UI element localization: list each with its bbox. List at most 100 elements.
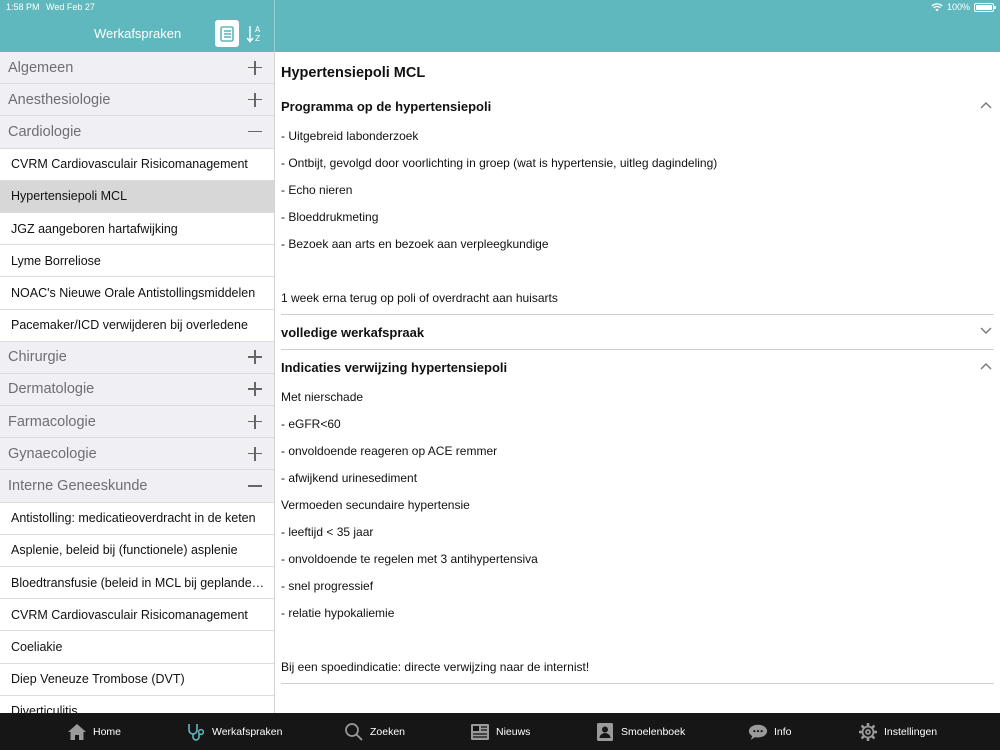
- tab-zoeken[interactable]: Zoeken: [344, 713, 405, 750]
- collapse-icon[interactable]: [248, 479, 262, 493]
- category-label: Cardiologie: [8, 123, 82, 140]
- content-line: - onvoldoende reageren op ACE remmer: [281, 444, 498, 458]
- content-line: Met nierschade: [281, 390, 364, 404]
- tab-label: Zoeken: [370, 725, 406, 738]
- expand-icon[interactable]: [248, 92, 262, 107]
- battery-icon: [974, 2, 996, 12]
- battery-percentage: 100%: [946, 2, 970, 12]
- collapse-icon[interactable]: [248, 125, 262, 139]
- home-icon: [67, 722, 87, 742]
- sidebar-item[interactable]: Diverticulitis: [0, 695, 274, 713]
- expand-icon[interactable]: [248, 446, 262, 461]
- sidebar-item[interactable]: CVRM Cardiovasculair Risicomanagement: [0, 599, 274, 632]
- item-label: Antistolling: medicatieoverdracht in de …: [11, 511, 256, 526]
- category-label: Algemeen: [8, 59, 74, 76]
- content-line: - snel progressief: [281, 579, 374, 593]
- sort-az-button[interactable]: A Z: [246, 24, 264, 44]
- sidebar-item-selected[interactable]: Hypertensiepoli MCL: [0, 180, 274, 213]
- tab-info[interactable]: Info: [748, 713, 792, 750]
- item-label: Coeliakie: [11, 639, 63, 654]
- chevron-up-icon[interactable]: [980, 101, 992, 111]
- tab-label: Nieuws: [496, 725, 531, 738]
- item-label: Asplenie, beleid bij (functionele) asple…: [11, 543, 238, 558]
- section-divider: [281, 683, 994, 684]
- sidebar-item[interactable]: Antistolling: medicatieoverdracht in de …: [0, 502, 274, 535]
- sidebar: Algemeen Anesthesiologie Cardiologie CVRM C…: [0, 52, 275, 713]
- newspaper-icon: [470, 722, 490, 742]
- tab-instellingen[interactable]: Instellingen: [858, 713, 937, 750]
- sidebar-category[interactable]: Farmacologie: [0, 406, 274, 439]
- sidebar-item[interactable]: Bloedtransfusie (beleid in MCL bij gepla…: [0, 567, 274, 600]
- page-title: Hypertensiepoli MCL: [281, 65, 426, 81]
- content-section: Indicaties verwijzing hypertensiepoli Met…: [281, 350, 994, 684]
- list-view-button[interactable]: [215, 20, 239, 47]
- expand-icon[interactable]: [248, 350, 262, 365]
- section-header[interactable]: Programma op de hypertensiepoli: [281, 89, 994, 123]
- status-time: 1:58 PM: [6, 2, 40, 12]
- sidebar-item[interactable]: CVRM Cardiovasculair Risicomanagement: [0, 148, 274, 181]
- section-heading: Programma op de hypertensiepoli: [281, 98, 492, 114]
- sidebar-category[interactable]: Dermatologie: [0, 373, 274, 407]
- content-section: volledige werkafspraak: [281, 315, 994, 350]
- expand-icon[interactable]: [248, 382, 262, 397]
- sidebar-item[interactable]: Diep Veneuze Trombose (DVT): [0, 663, 274, 696]
- sidebar-item[interactable]: Lyme Borreliose: [0, 245, 274, 278]
- chevron-up-icon[interactable]: [980, 362, 992, 372]
- sidebar-category[interactable]: Anesthesiologie: [0, 84, 274, 117]
- item-label: Bloedtransfusie (beleid in MCL bij gepla…: [11, 575, 266, 590]
- item-label: Diep Veneuze Trombose (DVT): [11, 672, 185, 687]
- status-right: 100%: [931, 2, 996, 12]
- sidebar-category[interactable]: Cardiologie: [0, 116, 274, 149]
- content-line: [281, 258, 994, 285]
- tab-label: Werkafspraken: [212, 725, 283, 738]
- item-label: Hypertensiepoli MCL: [11, 189, 128, 204]
- item-label: CVRM Cardiovasculair Risicomanagement: [11, 607, 248, 622]
- section-header[interactable]: volledige werkafspraak: [281, 315, 994, 349]
- content-pane: Hypertensiepoli MCL Programma op de hype…: [275, 52, 1000, 713]
- category-label: Chirurgie: [8, 349, 67, 366]
- content-line: - leeftijd < 35 jaar: [281, 525, 374, 539]
- sidebar-category[interactable]: Interne Geneeskunde: [0, 470, 274, 503]
- sidebar-item[interactable]: NOAC's Nieuwe Orale Antistollingsmiddele…: [0, 277, 274, 310]
- content-line: - relatie hypokaliemie: [281, 606, 395, 620]
- content-line: - onvoldoende te regelen met 3 antihyper…: [281, 552, 538, 566]
- tab-nieuws[interactable]: Nieuws: [470, 713, 530, 750]
- svg-text:Z: Z: [255, 34, 260, 43]
- category-label: Anesthesiologie: [8, 91, 111, 108]
- sidebar-item[interactable]: Pacemaker/ICD verwijderen bij overledene: [0, 309, 274, 342]
- item-label: Pacemaker/ICD verwijderen bij overledene: [11, 318, 248, 333]
- content-line: - Bloeddrukmeting: [281, 210, 379, 224]
- item-label: JGZ aangeboren hartafwijking: [11, 221, 178, 236]
- stethoscope-icon: [186, 722, 206, 742]
- status-bar: 1:58 PM Wed Feb 27 100%: [0, 0, 1000, 14]
- search-icon: [344, 722, 364, 742]
- tab-label: Home: [93, 725, 122, 738]
- sidebar-category[interactable]: Gynaecologie: [0, 438, 274, 471]
- item-label: Diverticulitis: [11, 704, 78, 713]
- tab-werkafspraken[interactable]: Werkafspraken: [186, 713, 282, 750]
- category-label: Gynaecologie: [8, 445, 97, 462]
- chevron-down-icon[interactable]: [980, 327, 992, 337]
- chat-bubble-icon: [748, 722, 768, 742]
- tab-home[interactable]: Home: [67, 713, 121, 750]
- expand-icon[interactable]: [248, 60, 262, 75]
- tab-smoelenboek[interactable]: Smoelenboek: [595, 713, 685, 750]
- tab-label: Instellingen: [884, 725, 938, 738]
- sidebar-item[interactable]: Asplenie, beleid bij (functionele) asple…: [0, 534, 274, 567]
- sidebar-category[interactable]: Chirurgie: [0, 341, 274, 374]
- expand-icon[interactable]: [248, 414, 262, 429]
- sidebar-item[interactable]: Coeliakie: [0, 631, 274, 664]
- status-date: Wed Feb 27: [46, 2, 95, 12]
- sidebar-title: Werkafspraken: [94, 26, 182, 41]
- sidebar-item[interactable]: JGZ aangeboren hartafwijking: [0, 212, 274, 246]
- svg-text:A: A: [255, 25, 261, 34]
- content-line: - Uitgebreid labonderzoek: [281, 129, 419, 143]
- gear-icon: [858, 722, 878, 742]
- section-heading: Indicaties verwijzing hypertensiepoli: [281, 359, 508, 375]
- sidebar-category[interactable]: Algemeen: [0, 52, 274, 85]
- content-line: - eGFR<60: [281, 417, 341, 431]
- tab-label: Info: [774, 725, 792, 738]
- section-header[interactable]: Indicaties verwijzing hypertensiepoli: [281, 350, 994, 384]
- sidebar-header: Werkafspraken A Z: [0, 14, 274, 52]
- wifi-icon: [931, 2, 943, 11]
